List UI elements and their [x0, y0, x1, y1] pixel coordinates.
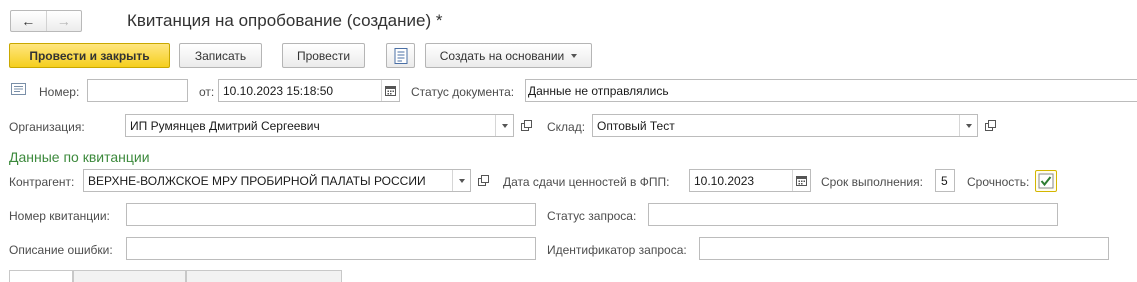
date-label: от:: [199, 85, 215, 99]
counterparty-label: Контрагент:: [9, 175, 75, 189]
report-button[interactable]: [386, 43, 415, 68]
request-id-label: Идентификатор запроса:: [547, 243, 687, 257]
request-id-field[interactable]: [699, 237, 1109, 260]
organization-value: ИП Румянцев Дмитрий Сергеевич: [130, 119, 320, 133]
warehouse-field[interactable]: Оптовый Тест: [592, 114, 978, 137]
section-title: Данные по квитанции: [9, 149, 150, 165]
open-form-icon[interactable]: [980, 114, 1000, 137]
warehouse-value: Оптовый Тест: [597, 119, 675, 133]
chevron-down-icon[interactable]: [959, 115, 977, 136]
post-and-close-button[interactable]: Провести и закрыть: [9, 43, 170, 68]
forward-button[interactable]: →: [47, 11, 82, 31]
chevron-down-icon[interactable]: [495, 115, 513, 136]
tab-3[interactable]: [186, 270, 342, 282]
organization-field[interactable]: ИП Румянцев Дмитрий Сергеевич: [125, 114, 514, 137]
delivery-date-field[interactable]: 10.10.2023: [689, 169, 811, 192]
number-field[interactable]: [87, 79, 188, 102]
date-value: 10.10.2023 15:18:50: [223, 84, 334, 98]
post-button[interactable]: Провести: [282, 43, 365, 68]
calendar-icon[interactable]: [381, 80, 399, 101]
document-icon: [11, 83, 26, 95]
urgency-checkbox[interactable]: [1035, 170, 1057, 192]
receipt-number-label: Номер квитанции:: [9, 209, 110, 223]
receipt-number-field[interactable]: [126, 203, 536, 226]
chevron-down-icon: [571, 53, 578, 58]
calendar-icon[interactable]: [792, 170, 810, 191]
chevron-down-icon[interactable]: [452, 170, 470, 191]
open-form-icon[interactable]: [473, 169, 493, 192]
document-list-icon: [394, 47, 407, 64]
document-status-field: Данные не отправлялись: [525, 79, 1137, 102]
tab-1[interactable]: [9, 270, 73, 282]
page-title: Квитанция на опробование (создание) *: [127, 11, 443, 30]
urgency-label: Срочность:: [967, 175, 1030, 189]
term-field[interactable]: 5: [935, 169, 955, 192]
back-button[interactable]: ←: [11, 11, 47, 31]
tab-2[interactable]: [73, 270, 186, 282]
term-label: Срок выполнения:: [821, 175, 923, 189]
counterparty-value: ВЕРХНЕ-ВОЛЖСКОЕ МРУ ПРОБИРНОЙ ПАЛАТЫ РОС…: [88, 174, 426, 188]
delivery-date-label: Дата сдачи ценностей в ФПП:: [503, 175, 670, 189]
document-status-label: Статус документа:: [411, 85, 515, 99]
warehouse-label: Склад:: [547, 120, 586, 134]
date-field[interactable]: 10.10.2023 15:18:50: [218, 79, 400, 102]
open-form-icon[interactable]: [516, 114, 536, 137]
number-label: Номер:: [39, 85, 80, 99]
error-description-label: Описание ошибки:: [9, 243, 113, 257]
delivery-date-value: 10.10.2023: [694, 174, 755, 188]
request-status-field[interactable]: [648, 203, 1058, 226]
error-description-field[interactable]: [126, 237, 536, 260]
request-status-label: Статус запроса:: [547, 209, 637, 223]
organization-label: Организация:: [9, 120, 85, 134]
create-based-on-button[interactable]: Создать на основании: [425, 43, 592, 68]
create-based-on-label: Создать на основании: [439, 48, 565, 63]
counterparty-field[interactable]: ВЕРХНЕ-ВОЛЖСКОЕ МРУ ПРОБИРНОЙ ПАЛАТЫ РОС…: [83, 169, 471, 192]
save-button[interactable]: Записать: [179, 43, 262, 68]
checkbox-checked-icon: [1038, 173, 1054, 189]
history-nav: ← →: [10, 10, 82, 32]
